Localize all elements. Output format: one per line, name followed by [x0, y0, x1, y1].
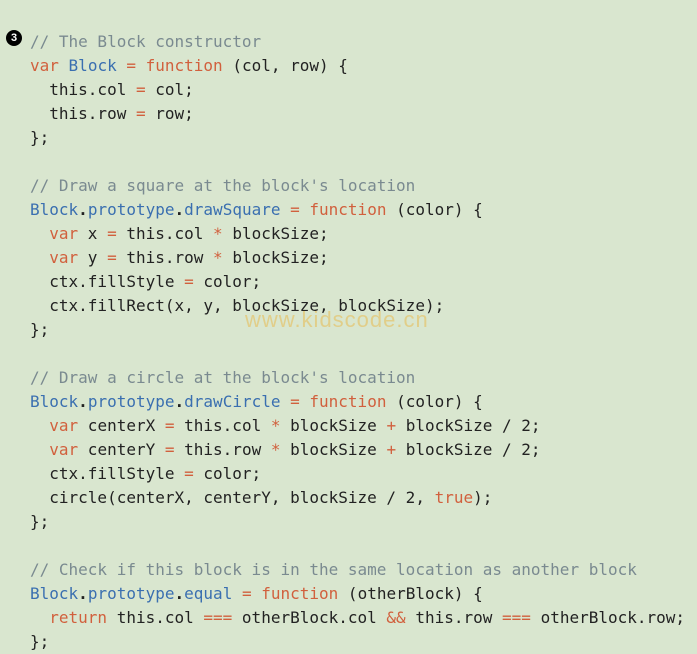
ident-prototype: prototype	[88, 200, 175, 219]
code-text: ctx.fillStyle	[30, 272, 184, 291]
op-eq: =	[165, 440, 184, 459]
code-text: this.row	[126, 248, 213, 267]
code-text: otherBlock.col	[242, 608, 387, 627]
code-text: blockSize;	[232, 224, 328, 243]
code-text: blockSize / 2;	[406, 440, 541, 459]
ident-block: Block	[30, 392, 78, 411]
dot: .	[78, 584, 88, 603]
code-text: centerY	[78, 440, 165, 459]
ident-prototype: prototype	[88, 392, 175, 411]
op-eq: =	[117, 56, 146, 75]
code-text: color;	[203, 272, 261, 291]
code-text: circle(centerX, centerY, blockSize / 2,	[30, 488, 435, 507]
op-eq: =	[184, 272, 203, 291]
op-eq: =	[107, 224, 126, 243]
op-eq: =	[165, 416, 184, 435]
op-mul: *	[213, 248, 232, 267]
code-block: // The Block constructor var Block = fun…	[0, 0, 697, 654]
ident-block: Block	[69, 56, 117, 75]
dot: .	[175, 584, 185, 603]
code-text: };	[30, 320, 49, 339]
code-text: centerX	[78, 416, 165, 435]
code-text: (color) {	[386, 392, 482, 411]
kw-true: true	[435, 488, 474, 507]
code-text: this.col	[107, 608, 203, 627]
code-text: (otherBlock) {	[338, 584, 483, 603]
dot: .	[175, 200, 185, 219]
dot: .	[78, 392, 88, 411]
op-eq: =	[136, 104, 155, 123]
code-text: this.row	[184, 440, 271, 459]
comment-line: // Draw a circle at the block's location	[30, 368, 415, 387]
code-text: this.col	[184, 416, 271, 435]
code-text: blockSize	[290, 416, 386, 435]
op-mul: *	[271, 440, 290, 459]
kw-var: var	[30, 248, 78, 267]
code-text: this	[30, 80, 88, 99]
op-eqeq: ===	[203, 608, 242, 627]
op-eq: =	[280, 392, 309, 411]
kw-var: var	[30, 56, 59, 75]
code-text: ctx.fillRect(x, y, blockSize, blockSize)…	[30, 296, 444, 315]
code-text: };	[30, 632, 49, 651]
code-text: otherBlock.row;	[541, 608, 686, 627]
ident-method: drawSquare	[184, 200, 280, 219]
code-text: blockSize	[290, 440, 386, 459]
code-text: y	[78, 248, 107, 267]
code-text: color;	[203, 464, 261, 483]
op-eq: =	[280, 200, 309, 219]
comment-line: // The Block constructor	[30, 32, 261, 51]
op-mul: *	[271, 416, 290, 435]
kw-return: return	[30, 608, 107, 627]
ident-method: equal	[184, 584, 232, 603]
code-text: (col, row) {	[223, 56, 348, 75]
ident-block: Block	[30, 584, 78, 603]
ident-prototype: prototype	[88, 584, 175, 603]
op-and: &&	[386, 608, 415, 627]
op-eq: =	[107, 248, 126, 267]
code-text: blockSize / 2;	[406, 416, 541, 435]
code-text: blockSize;	[232, 248, 328, 267]
kw-function: function	[309, 200, 386, 219]
code-text: x	[78, 224, 107, 243]
code-text: };	[30, 512, 49, 531]
code-text: row;	[155, 104, 194, 123]
kw-var: var	[30, 416, 78, 435]
code-text: (color) {	[386, 200, 482, 219]
op-eqeq: ===	[502, 608, 541, 627]
comment-line: // Draw a square at the block's location	[30, 176, 415, 195]
code-text: this	[30, 104, 88, 123]
code-text: this.row	[415, 608, 502, 627]
kw-function: function	[146, 56, 223, 75]
kw-var: var	[30, 224, 78, 243]
op-eq: =	[184, 464, 203, 483]
code-text: ctx.fillStyle	[30, 464, 184, 483]
code-text: .row	[88, 104, 136, 123]
op-eq: =	[232, 584, 261, 603]
code-text: );	[473, 488, 492, 507]
dot: .	[175, 392, 185, 411]
op-eq: =	[136, 80, 155, 99]
code-text: .col	[88, 80, 136, 99]
code-text: col;	[155, 80, 194, 99]
op-mul: *	[213, 224, 232, 243]
comment-line: // Check if this block is in the same lo…	[30, 560, 637, 579]
ident-method: drawCircle	[184, 392, 280, 411]
kw-function: function	[261, 584, 338, 603]
kw-function: function	[309, 392, 386, 411]
op-plus: +	[386, 416, 405, 435]
code-text: this.col	[126, 224, 213, 243]
ident-block: Block	[30, 200, 78, 219]
dot: .	[78, 200, 88, 219]
kw-var: var	[30, 440, 78, 459]
code-text: };	[30, 128, 49, 147]
op-plus: +	[386, 440, 405, 459]
